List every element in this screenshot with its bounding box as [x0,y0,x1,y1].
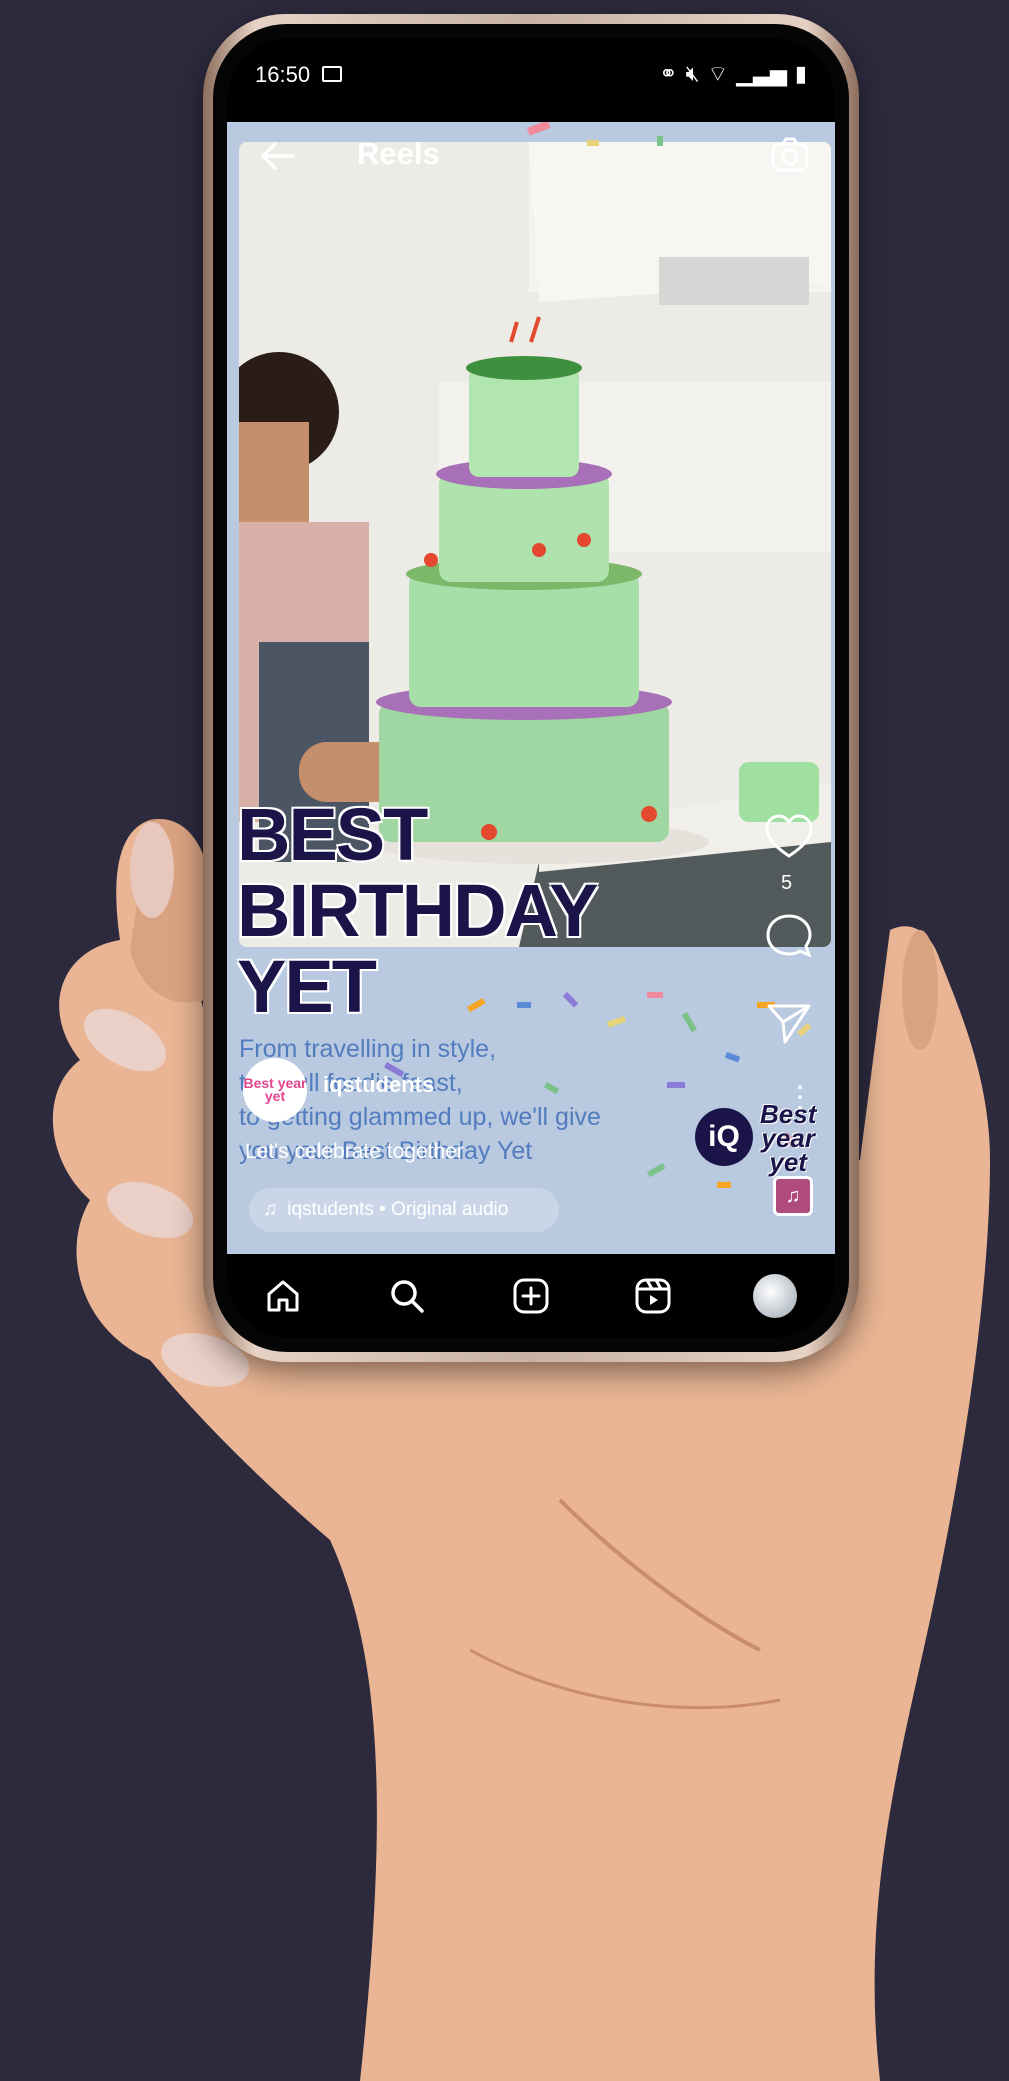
more-icon[interactable]: ⋮ [785,1083,815,1113]
phone-screen: 16:50 ⚭ 🔇︎ ⌔ ▁▃▅ ▮ Reels BEST BIRTHDAY Y… [227,38,835,1338]
headline-line: YET [237,945,377,1028]
mute-icon: 🔇︎ [685,61,700,86]
music-note-icon[interactable]: ♫ [773,1176,813,1216]
status-icons: ⚭ 🔇︎ ⌔ ▁▃▅ ▮ [659,60,807,88]
image-notification-icon [322,66,342,82]
headline-line: BIRTHDAY [237,869,599,952]
audio-label: iqstudents • Original audio [287,1199,509,1220]
music-note-icon: ♫ [263,1199,278,1220]
reel-caption[interactable]: Let's celebrate together [245,1140,464,1164]
page-title: Reels [357,136,440,171]
camera-icon[interactable] [769,134,811,176]
heart-icon[interactable] [763,812,815,864]
comment-icon[interactable] [763,910,815,962]
tagline-line: yet [769,1147,807,1177]
create-icon[interactable] [511,1276,551,1316]
home-icon[interactable] [263,1276,303,1316]
send-icon[interactable] [763,998,815,1050]
reels-top-bar: Reels [227,122,835,192]
bottom-nav [227,1254,835,1338]
audio-pill[interactable]: ♫ iqstudents • Original audio [249,1188,559,1232]
headline-line: BEST [237,793,428,876]
wifi-icon: ⌔ [707,61,729,86]
signal-icon: ▁▃▅ [736,61,787,86]
arrow-left-icon[interactable] [257,136,299,176]
status-bar: 16:50 ⚭ 🔇︎ ⌔ ▁▃▅ ▮ [227,38,835,122]
search-icon[interactable] [387,1276,427,1316]
like-count: 5 [781,872,793,894]
avatar-badge-text: Best year yet [243,1075,307,1104]
reel-video[interactable]: Reels BEST BIRTHDAY YET From travelling … [227,122,835,1254]
promo-line: From travelling in style, [239,1035,497,1063]
reels-icon[interactable] [633,1276,673,1316]
reel-headline: BEST BIRTHDAY YET [237,793,599,1028]
account-avatar[interactable]: Best year yet [243,1058,307,1122]
brand-logo: iQ [695,1108,753,1166]
status-time: 16:50 [255,62,311,87]
phone-frame: 16:50 ⚭ 🔇︎ ⌔ ▁▃▅ ▮ Reels BEST BIRTHDAY Y… [203,14,859,1362]
link-icon: ⚭ [659,61,678,86]
battery-icon: ▮ [794,61,807,86]
account-username[interactable]: iqstudents [323,1072,434,1098]
profile-avatar[interactable] [753,1274,797,1318]
